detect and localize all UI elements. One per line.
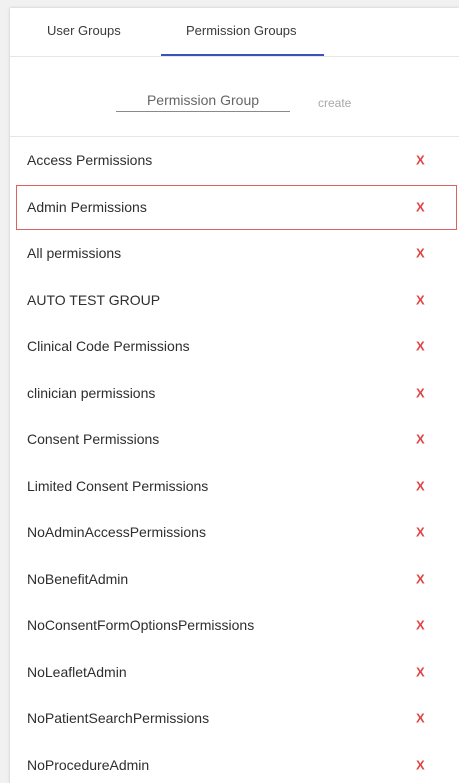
group-name: All permissions (27, 245, 122, 262)
delete-group-button[interactable]: X (416, 432, 425, 447)
list-item[interactable]: NoLeafletAdmin X (10, 649, 459, 696)
group-name: clinician permissions (27, 384, 156, 401)
list-item[interactable]: Admin Permissions X (10, 184, 459, 231)
delete-group-button[interactable]: X (416, 385, 425, 400)
list-item[interactable]: NoBenefitAdmin X (10, 556, 459, 603)
tab-permission-groups[interactable]: Permission Groups (186, 23, 297, 38)
list-item[interactable]: All permissions X (10, 230, 459, 277)
group-name: Admin Permissions (27, 198, 147, 215)
group-name: Access Permissions (27, 152, 153, 169)
list-item[interactable]: Limited Consent Permissions X (10, 463, 459, 510)
active-tab-indicator (161, 54, 324, 56)
group-name: AUTO TEST GROUP (27, 291, 161, 308)
delete-group-button[interactable]: X (416, 618, 425, 633)
delete-group-button[interactable]: X (416, 199, 425, 214)
group-name: NoPatientSearchPermissions (27, 710, 210, 727)
permission-group-input[interactable] (116, 89, 290, 112)
group-name: Consent Permissions (27, 431, 160, 448)
delete-group-button[interactable]: X (416, 664, 425, 679)
create-group-form: create (10, 57, 459, 137)
list-item[interactable]: clinician permissions X (10, 370, 459, 417)
delete-group-button[interactable]: X (416, 339, 425, 354)
list-item[interactable]: Consent Permissions X (10, 416, 459, 463)
group-name: NoLeafletAdmin (27, 663, 127, 680)
delete-group-button[interactable]: X (416, 246, 425, 261)
group-name: Clinical Code Permissions (27, 338, 190, 355)
list-item[interactable]: NoProcedureAdmin X (10, 742, 459, 783)
delete-group-button[interactable]: X (416, 711, 425, 726)
delete-group-button[interactable]: X (416, 571, 425, 586)
delete-group-button[interactable]: X (416, 478, 425, 493)
delete-group-button[interactable]: X (416, 757, 425, 772)
permission-group-list: Access Permissions X Admin Permissions X All… (10, 137, 459, 783)
list-item[interactable]: NoPatientSearchPermissions X (10, 695, 459, 742)
list-item[interactable]: NoAdminAccessPermissions X (10, 509, 459, 556)
group-name: NoBenefitAdmin (27, 570, 129, 587)
delete-group-button[interactable]: X (416, 292, 425, 307)
list-item[interactable]: Access Permissions X (10, 137, 459, 184)
delete-group-button[interactable]: X (416, 525, 425, 540)
delete-group-button[interactable]: X (416, 153, 425, 168)
group-name: NoProcedureAdmin (27, 756, 150, 773)
list-item[interactable]: NoConsentFormOptionsPermissions X (10, 602, 459, 649)
create-button[interactable]: create (318, 96, 351, 110)
permission-groups-panel: User Groups Permission Groups create Acc… (10, 8, 459, 783)
group-name: NoConsentFormOptionsPermissions (27, 617, 255, 634)
tab-bar: User Groups Permission Groups (10, 8, 459, 57)
list-item[interactable]: AUTO TEST GROUP X (10, 277, 459, 324)
tab-user-groups[interactable]: User Groups (47, 23, 121, 38)
list-item[interactable]: Clinical Code Permissions X (10, 323, 459, 370)
group-name: Limited Consent Permissions (27, 477, 209, 494)
group-name: NoAdminAccessPermissions (27, 524, 206, 541)
